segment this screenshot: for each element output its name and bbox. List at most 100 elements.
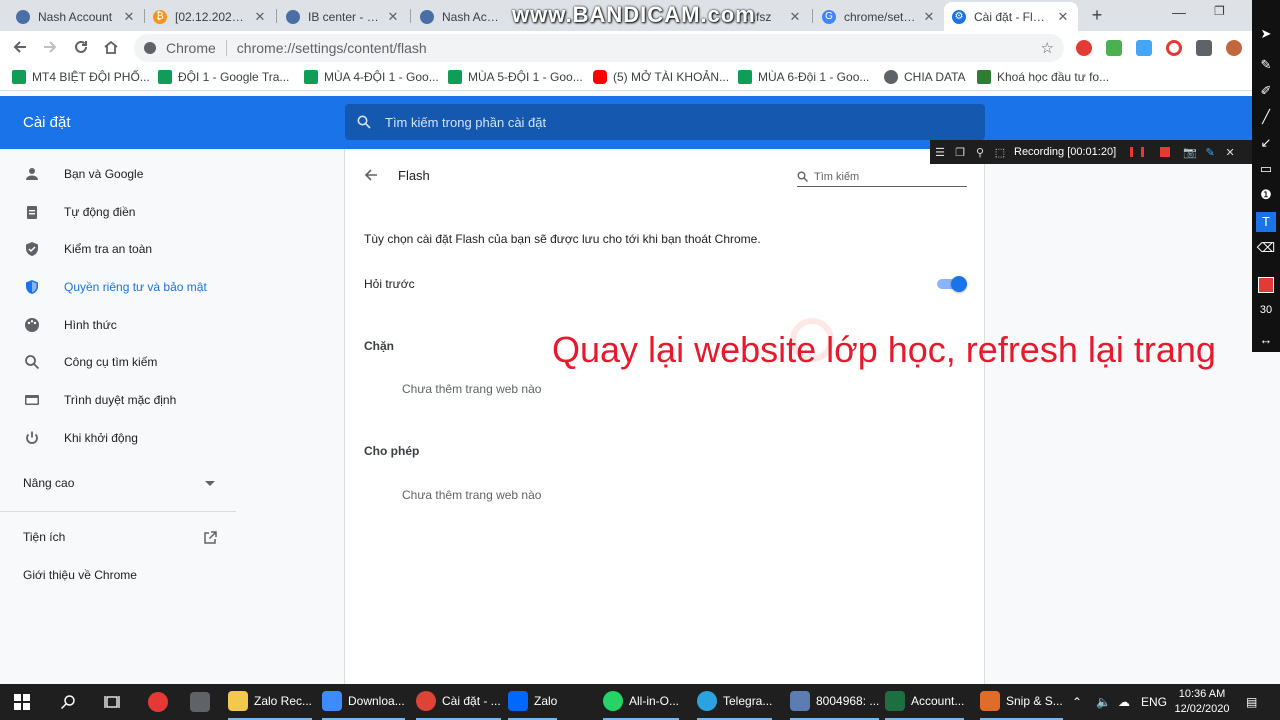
back-arrow-icon[interactable] <box>363 167 379 183</box>
windows-start-icon[interactable] <box>14 694 30 710</box>
close-icon[interactable]: ✕ <box>122 9 136 25</box>
target-extension-icon[interactable] <box>1166 40 1182 56</box>
home-icon[interactable] <box>103 39 119 55</box>
back-icon[interactable] <box>12 39 28 55</box>
sidebar-item-on-startup[interactable]: Khi khởi động <box>0 420 236 456</box>
taskbar-item[interactable]: Zalo Rec... <box>228 684 313 720</box>
taskbar-item[interactable]: Cài đặt - ... <box>416 684 501 720</box>
close-icon[interactable]: ✕ <box>788 9 802 25</box>
bookmark-item[interactable]: Khoá học đầu tư fo... <box>977 70 1109 84</box>
rectangle-tool-icon[interactable]: ▭ <box>1256 159 1276 179</box>
bookmark-item[interactable]: CHIA DATA <box>884 70 966 84</box>
taskbar-item[interactable]: Downloa... <box>322 684 405 720</box>
taskbar-item[interactable]: Telegra... <box>697 684 773 720</box>
sidebar-item-default-browser[interactable]: Trình duyệt mặc định <box>0 382 236 418</box>
subpage-search-input[interactable]: Tìm kiếm <box>797 167 967 187</box>
url-text[interactable]: chrome://settings/content/flash <box>237 40 427 56</box>
globe-icon <box>884 70 898 84</box>
close-icon[interactable]: ✕ <box>386 9 400 25</box>
language-indicator[interactable]: ENG <box>1141 684 1167 720</box>
calculator-taskbar-icon[interactable] <box>190 684 216 720</box>
extension-icon[interactable] <box>1106 40 1122 56</box>
select-area-icon[interactable]: ⬚ <box>990 146 1010 159</box>
minimize-icon[interactable]: — <box>1172 4 1186 20</box>
sidebar-item-safety-check[interactable]: Kiểm tra an toàn <box>0 231 236 267</box>
arrow-tool-icon[interactable]: ↙ <box>1256 133 1276 153</box>
text-tool-icon[interactable]: T <box>1256 212 1276 232</box>
browser-tab[interactable]: Nash Account ✕ <box>8 2 144 31</box>
close-icon[interactable]: ✕ <box>1220 146 1240 159</box>
bookmark-item[interactable]: ĐỘI 1 - Google Tra... <box>158 70 289 84</box>
system-clock[interactable]: 10:36 AM 12/02/2020 <box>1172 687 1232 717</box>
pause-icon[interactable] <box>1130 147 1145 157</box>
browser-tab-active[interactable]: ⚙ Cài đặt - Flash ✕ <box>944 2 1078 31</box>
close-icon[interactable]: ✕ <box>1056 9 1070 25</box>
taskbar-item[interactable]: Zalo <box>508 684 558 720</box>
opera-taskbar-icon[interactable] <box>148 684 174 720</box>
browser-tab[interactable]: G chrome/setting ✕ <box>814 2 944 31</box>
forward-icon[interactable] <box>42 39 58 55</box>
bookmark-item[interactable]: MÙA 6-Đội 1 - Goo... <box>738 70 869 84</box>
new-tab-button[interactable]: + <box>1086 4 1108 26</box>
browser-tab[interactable]: IB center - Rep ✕ <box>278 2 408 31</box>
pencil-icon[interactable]: ✎ <box>1200 146 1220 159</box>
chevron-up-icon[interactable]: ⌃ <box>1072 684 1082 720</box>
ask-first-toggle[interactable] <box>937 276 967 292</box>
taskbar-item[interactable]: Account... <box>885 684 965 720</box>
puzzle-icon[interactable] <box>1196 40 1212 56</box>
highlighter-tool-icon[interactable]: ✐ <box>1256 81 1276 101</box>
numbering-tool-icon[interactable]: ❶ <box>1256 185 1276 205</box>
cloud-icon[interactable]: ☁ <box>1118 684 1130 720</box>
volume-icon[interactable]: 🔈 <box>1096 684 1111 720</box>
expand-icon[interactable]: ↔ <box>1256 330 1276 350</box>
bookmark-star-icon[interactable]: ☆ <box>1041 39 1054 57</box>
taskbar-item[interactable]: Snip & S... <box>980 684 1063 720</box>
color-swatch[interactable] <box>1258 277 1274 293</box>
sidebar-item-extensions[interactable]: Tiện ích <box>23 530 65 544</box>
youtube-icon <box>593 70 607 84</box>
line-tool-icon[interactable]: ╱ <box>1256 107 1276 127</box>
sidebar-item-search-engine[interactable]: Công cụ tìm kiếm <box>0 344 236 380</box>
excel-icon <box>885 691 905 711</box>
camera-icon[interactable]: 📷 <box>1180 146 1200 159</box>
chevron-down-icon[interactable] <box>205 481 215 486</box>
sidebar-item-about[interactable]: Giới thiệu về Chrome <box>23 568 137 582</box>
brush-size[interactable]: 30 <box>1252 304 1280 316</box>
address-bar[interactable]: Chrome chrome://settings/content/flash ☆ <box>134 34 1064 62</box>
sidebar-item-you-and-google[interactable]: Bạn và Google <box>0 156 236 192</box>
search-icon[interactable] <box>60 694 76 710</box>
sidebar-item-autofill[interactable]: Tự động điền <box>0 194 236 230</box>
stop-icon[interactable] <box>1160 147 1171 157</box>
cursor-tool-icon[interactable]: ➤ <box>1256 24 1276 44</box>
pen-tool-icon[interactable]: ✎ <box>1256 55 1276 75</box>
bookmark-item[interactable]: MÙA 4-ĐỘI 1 - Goo... <box>304 70 439 84</box>
browser-tab[interactable]: Nash Account <box>412 2 512 31</box>
tff-extension-icon[interactable] <box>1136 40 1152 56</box>
settings-search-input[interactable]: Tìm kiếm trong phần cài đặt <box>345 104 985 140</box>
sidebar-advanced[interactable]: Nâng cao <box>23 476 74 490</box>
taskbar-item[interactable]: 8004968: ... <box>790 684 880 720</box>
menu-icon[interactable]: ☰ <box>930 146 950 159</box>
close-icon[interactable]: ✕ <box>922 9 936 25</box>
globe-icon <box>286 9 300 24</box>
bookmark-item[interactable]: MT4 BIỆT ĐỘI PHỐ... <box>12 70 150 84</box>
taskbar-item[interactable]: All-in-O... <box>603 684 680 720</box>
bookmark-item[interactable]: (5) MỞ TÀI KHOẢN... <box>593 70 729 84</box>
restore-icon[interactable]: ❐ <box>1214 4 1225 18</box>
reload-icon[interactable] <box>73 39 89 55</box>
search-icon[interactable]: ⚲ <box>970 146 990 159</box>
bookmark-item[interactable]: MÙA 5-ĐỘI 1 - Goo... <box>448 70 583 84</box>
task-view-icon[interactable] <box>104 694 120 710</box>
opera-extension-icon[interactable] <box>1076 40 1092 56</box>
window-icon[interactable]: ❐ <box>950 146 970 159</box>
notification-icon[interactable]: ▤ <box>1246 684 1257 720</box>
eraser-tool-icon[interactable]: ⌫ <box>1256 238 1276 258</box>
tab-title: IB center - Rep <box>308 9 380 24</box>
sheets-icon <box>304 70 318 84</box>
open-in-new-icon[interactable] <box>203 531 217 545</box>
avatar[interactable] <box>1226 40 1242 56</box>
close-icon[interactable]: ✕ <box>253 9 267 25</box>
sidebar-item-appearance[interactable]: Hình thức <box>0 307 236 343</box>
sidebar-item-privacy[interactable]: Quyền riêng tư và bảo mật <box>0 269 236 305</box>
browser-tab[interactable]: ₿ [02.12.2020] M ✕ <box>145 2 275 31</box>
